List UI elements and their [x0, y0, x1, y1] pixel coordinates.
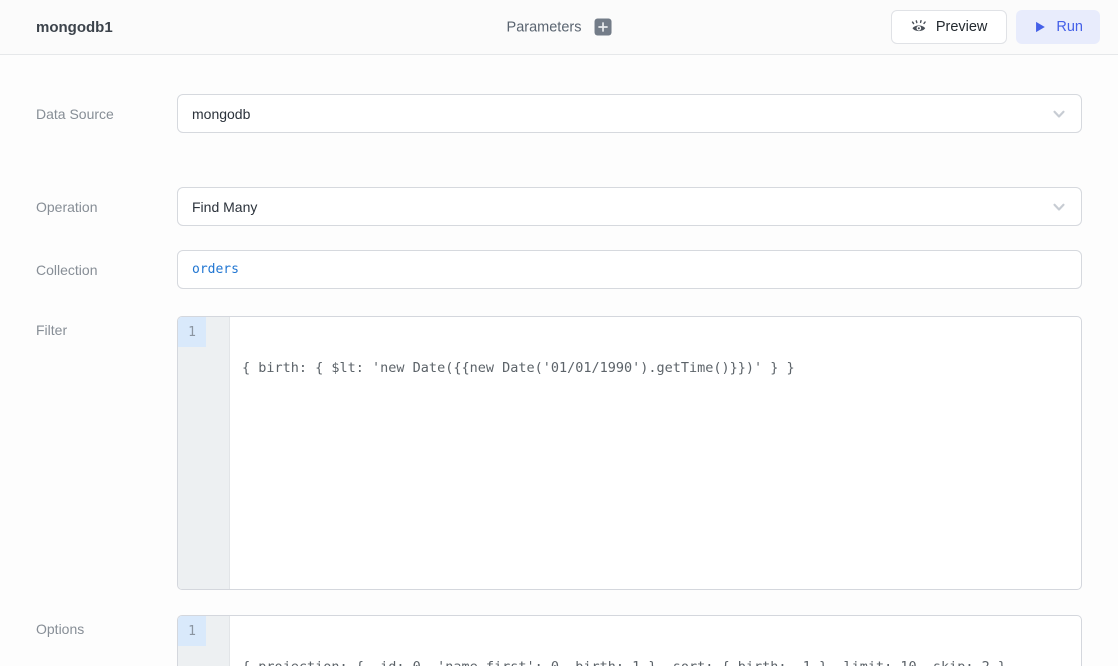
chevron-down-icon — [1050, 105, 1068, 123]
options-code-area[interactable]: { projection: { _id: 0, 'name.first': 0,… — [230, 616, 1081, 666]
options-label: Options — [0, 615, 177, 666]
editor-gutter: 1 — [178, 317, 230, 589]
operation-label: Operation — [0, 199, 177, 215]
chevron-down-icon — [1050, 198, 1068, 216]
filter-code-editor[interactable]: 1 { birth: { $lt: 'new Date({{new Date('… — [177, 316, 1082, 590]
datasource-label: Data Source — [0, 106, 177, 122]
options-row: Options 1 { projection: { _id: 0, 'name.… — [0, 615, 1118, 666]
collection-row: Collection orders — [0, 250, 1118, 289]
operation-value: Find Many — [192, 199, 257, 215]
query-form: Data Source mongodb Operation Find Many — [0, 94, 1118, 666]
datasource-value: mongodb — [192, 106, 250, 122]
eye-icon — [911, 19, 927, 35]
operation-select[interactable]: Find Many — [177, 187, 1082, 226]
plus-icon — [597, 22, 608, 33]
datasource-row: Data Source mongodb — [0, 94, 1118, 133]
operation-row: Operation Find Many — [0, 187, 1118, 226]
filter-code-line: { birth: { $lt: 'new Date({{new Date('01… — [242, 354, 1069, 382]
header-actions: Preview Run — [891, 10, 1100, 44]
collection-value: orders — [192, 262, 239, 277]
header: mongodb1 Parameters — [0, 0, 1118, 55]
line-number: 1 — [178, 616, 206, 646]
editor-gutter: 1 — [178, 616, 230, 666]
preview-button[interactable]: Preview — [891, 10, 1008, 44]
query-editor-screen: mongodb1 Parameters — [0, 0, 1118, 666]
query-title: mongodb1 — [36, 19, 113, 36]
filter-code-area[interactable]: { birth: { $lt: 'new Date({{new Date('01… — [230, 317, 1081, 589]
run-button-label: Run — [1056, 19, 1083, 35]
options-code-editor[interactable]: 1 { projection: { _id: 0, 'name.first': … — [177, 615, 1082, 666]
add-parameter-button[interactable] — [594, 19, 611, 36]
parameters-section: Parameters — [507, 19, 612, 36]
filter-row: Filter 1 { birth: { $lt: 'new Date({{new… — [0, 316, 1118, 590]
options-code-line: { projection: { _id: 0, 'name.first': 0,… — [242, 653, 1069, 666]
run-button[interactable]: Run — [1016, 10, 1100, 44]
datasource-select[interactable]: mongodb — [177, 94, 1082, 133]
preview-button-label: Preview — [936, 19, 988, 35]
collection-input[interactable]: orders — [177, 250, 1082, 289]
play-icon — [1033, 20, 1047, 34]
parameters-label: Parameters — [507, 19, 582, 35]
filter-label: Filter — [0, 316, 177, 590]
line-number: 1 — [178, 317, 206, 347]
collection-label: Collection — [0, 262, 177, 278]
